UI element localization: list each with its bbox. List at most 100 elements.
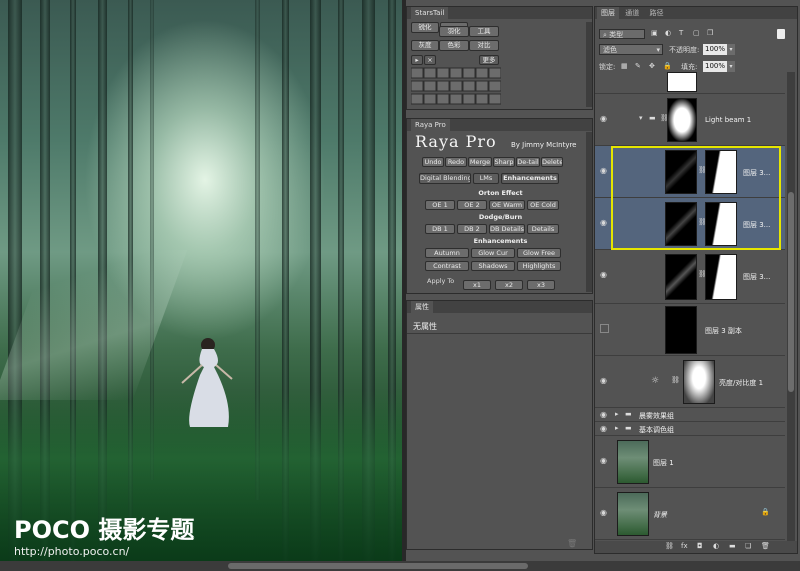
- group-name[interactable]: 基本调色组: [639, 425, 674, 435]
- db-details-button[interactable]: DB Details: [489, 224, 525, 234]
- contrast-button[interactable]: Contrast: [425, 261, 469, 271]
- opacity-input[interactable]: 100%: [703, 44, 727, 55]
- starstail-btn-6[interactable]: 色彩: [439, 40, 469, 51]
- eye-icon[interactable]: ◉: [600, 270, 607, 279]
- layer-row[interactable]: ◉ 背景 🔒: [595, 488, 785, 540]
- group-row[interactable]: ◉ ▸ ▬ 基本调色组: [595, 422, 785, 436]
- filter-smart-icon[interactable]: ❒: [707, 29, 713, 37]
- fill-input[interactable]: 100%: [703, 61, 727, 72]
- starstail-btn-1[interactable]: 锐化: [411, 22, 439, 33]
- oe-warm-button[interactable]: OE Warm: [489, 200, 525, 210]
- filter-shape-icon[interactable]: ▢: [693, 29, 700, 37]
- filter-toggle[interactable]: [777, 29, 785, 39]
- layer-name[interactable]: 背景: [653, 510, 667, 520]
- tab-lms[interactable]: LMs: [473, 173, 499, 184]
- raya-scrollbar[interactable]: [586, 132, 592, 292]
- layer-row-partial[interactable]: [595, 72, 785, 94]
- layer-row[interactable]: 图层 3 副本: [595, 304, 785, 356]
- layer-row-selected[interactable]: ◉ ⛓ 图层 3...: [595, 198, 785, 250]
- starstail-btn-3[interactable]: 羽化: [439, 26, 469, 37]
- apply-x1-button[interactable]: x1: [463, 280, 491, 290]
- eye-icon[interactable]: ◉: [600, 410, 607, 419]
- add-mask-icon[interactable]: ◘: [697, 542, 703, 550]
- adjustment-layer-icon[interactable]: ◐: [713, 542, 719, 550]
- layer-name[interactable]: 亮度/对比度 1: [719, 378, 763, 388]
- group-row[interactable]: ◉ ▸ ▬ 晨雾效果组: [595, 408, 785, 422]
- group-name[interactable]: 晨雾效果组: [639, 411, 674, 421]
- undo-button[interactable]: Undo: [422, 157, 444, 167]
- tab-properties[interactable]: 属性: [411, 301, 433, 313]
- layers-scrollbar[interactable]: [787, 72, 795, 542]
- filter-type-icon[interactable]: T: [679, 29, 683, 37]
- trash-icon[interactable]: 🗑: [567, 539, 577, 548]
- link-layers-icon[interactable]: ⛓: [665, 542, 674, 550]
- tab-raya-pro[interactable]: Raya Pro: [411, 119, 450, 131]
- eye-icon[interactable]: ◉: [600, 456, 607, 465]
- details-button[interactable]: Details: [527, 224, 559, 234]
- lock-all-icon[interactable]: 🔒: [663, 62, 672, 70]
- eye-icon[interactable]: ◉: [600, 508, 607, 517]
- redo-button[interactable]: Redo: [445, 157, 467, 167]
- starstail-btn-7[interactable]: 对比: [469, 40, 499, 51]
- eye-icon[interactable]: ◉: [600, 218, 607, 227]
- layer-row-selected[interactable]: ◉ ⛓ 图层 3...: [595, 146, 785, 198]
- oe1-button[interactable]: OE 1: [425, 200, 455, 210]
- horizontal-scrollbar[interactable]: [0, 561, 800, 571]
- visibility-off-box[interactable]: [600, 324, 609, 333]
- eye-icon[interactable]: ◉: [600, 114, 607, 123]
- close-icon[interactable]: ×: [424, 55, 436, 65]
- glow-cur-button[interactable]: Glow Cur: [471, 248, 515, 258]
- layer-name[interactable]: 图层 1: [653, 458, 674, 468]
- db1-button[interactable]: DB 1: [425, 224, 455, 234]
- layer-row[interactable]: ◉ 图层 1: [595, 436, 785, 488]
- starstail-scrollbar[interactable]: [586, 22, 592, 107]
- fill-chevron-icon[interactable]: ▾: [727, 61, 735, 72]
- shadows-button[interactable]: Shadows: [471, 261, 515, 271]
- lock-paint-icon[interactable]: ✎: [635, 62, 641, 70]
- delete-button[interactable]: Delete: [541, 157, 563, 167]
- tab-digital-blending[interactable]: Digital Blending: [419, 173, 471, 184]
- fx-icon[interactable]: fx: [681, 542, 688, 550]
- filter-pixel-icon[interactable]: ▣: [651, 29, 658, 37]
- collapse-arrow-icon[interactable]: ▾: [639, 114, 643, 122]
- starstail-btn-4[interactable]: 工具: [469, 26, 499, 37]
- document-canvas[interactable]: POCO 摄影专题 http://photo.poco.cn/: [0, 0, 402, 561]
- eye-icon[interactable]: ◉: [600, 424, 607, 433]
- layer-name[interactable]: 图层 3...: [743, 220, 770, 230]
- layer-filter-select[interactable]: ⌕ 类型: [599, 29, 645, 39]
- oe-cold-button[interactable]: OE Cold: [527, 200, 559, 210]
- new-layer-icon[interactable]: ❏: [745, 542, 751, 550]
- apply-x3-button[interactable]: x3: [527, 280, 555, 290]
- autumn-button[interactable]: Autumn: [425, 248, 469, 258]
- starstail-btn-5[interactable]: 灰度: [411, 40, 439, 51]
- lock-transparent-icon[interactable]: ▦: [621, 62, 628, 70]
- tab-starstail[interactable]: StarsTail: [411, 7, 449, 19]
- more-button[interactable]: 更多: [479, 55, 499, 65]
- delete-layer-icon[interactable]: 🗑: [761, 542, 770, 550]
- layer-name[interactable]: 图层 3...: [743, 272, 770, 282]
- expand-arrow-icon[interactable]: ▸: [615, 424, 619, 432]
- oe2-button[interactable]: OE 2: [457, 200, 487, 210]
- glow-free-button[interactable]: Glow Free: [517, 248, 561, 258]
- eye-icon[interactable]: ◉: [600, 166, 607, 175]
- play-icon[interactable]: ▸: [411, 55, 423, 65]
- tab-layers[interactable]: 图层: [597, 7, 619, 19]
- highlights-button[interactable]: Highlights: [517, 261, 561, 271]
- layer-row[interactable]: ◉ ☼ ⛓ 亮度/对比度 1: [595, 356, 785, 408]
- merge-button[interactable]: Merge: [468, 157, 492, 167]
- scrollbar-thumb[interactable]: [788, 192, 794, 392]
- tab-enhancements[interactable]: Enhancements: [501, 173, 559, 184]
- filter-adjust-icon[interactable]: ◐: [665, 29, 671, 37]
- opacity-chevron-icon[interactable]: ▾: [727, 44, 735, 55]
- tab-paths[interactable]: 路径: [645, 9, 667, 17]
- layer-name[interactable]: 图层 3...: [743, 168, 770, 178]
- layer-name[interactable]: 图层 3 副本: [705, 326, 742, 336]
- action-icons[interactable]: [410, 67, 502, 107]
- layer-row[interactable]: ◉ ▾ ▬ ⛓ Light beam 1: [595, 94, 785, 146]
- new-group-icon[interactable]: ▬: [729, 542, 736, 550]
- expand-arrow-icon[interactable]: ▸: [615, 410, 619, 418]
- scrollbar-thumb[interactable]: [228, 563, 528, 569]
- sharp-button[interactable]: Sharp: [493, 157, 515, 167]
- tab-channels[interactable]: 通道: [621, 9, 643, 17]
- layer-name[interactable]: Light beam 1: [705, 116, 751, 124]
